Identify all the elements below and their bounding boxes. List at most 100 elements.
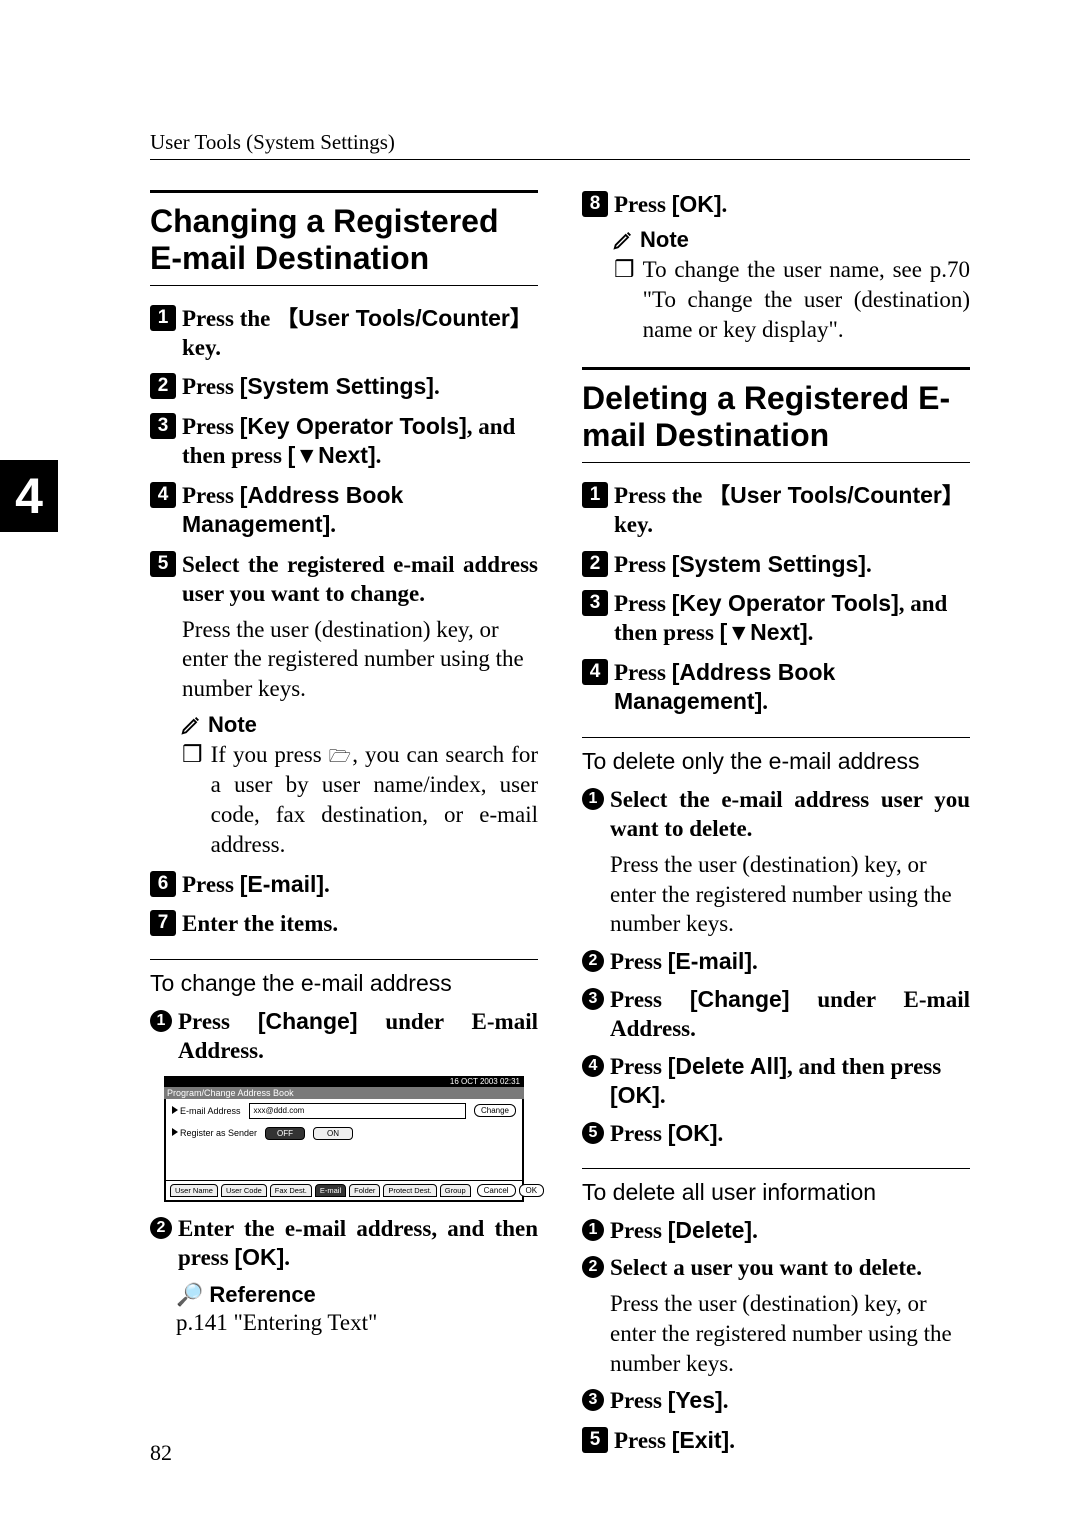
t: Register as Sender: [180, 1128, 257, 1138]
magnifier-icon: 🔎: [176, 1282, 203, 1308]
down-triangle-icon: ▼: [295, 442, 318, 468]
substep-number-icon: 1: [150, 1010, 172, 1032]
step-4: 4 Press [Address Book Management].: [150, 481, 538, 540]
t: .: [330, 512, 336, 537]
note-bullet-icon: ❒: [182, 740, 203, 860]
t: Press: [614, 591, 672, 616]
t: Press: [614, 1428, 672, 1453]
t: Press: [610, 949, 668, 974]
figure-tab-active[interactable]: E-mail: [315, 1184, 346, 1197]
section-title-delete: Deleting a Registered E-mail Destination: [582, 367, 970, 463]
step-text: Press [E-mail].: [182, 870, 330, 899]
step-text: Press the 【User Tools/Counter】 key.: [614, 481, 970, 540]
t: If you press: [211, 742, 329, 767]
step-3: 3 Press [Key Operator Tools], and then p…: [150, 412, 538, 471]
figure-off-button[interactable]: OFF: [265, 1127, 305, 1140]
t: .: [723, 1388, 729, 1413]
step-6: 6 Press [E-mail].: [150, 870, 538, 899]
step-number-icon: 6: [150, 871, 176, 897]
figure-tab[interactable]: Group: [440, 1184, 471, 1197]
step-number-icon: 5: [150, 551, 176, 577]
t: User Tools/Counter: [298, 305, 510, 331]
substep-number-icon: 1: [582, 788, 604, 810]
t: [Change]: [690, 986, 790, 1012]
figure-on-button[interactable]: ON: [313, 1127, 353, 1140]
step-text: Enter the items.: [182, 909, 338, 938]
t: [Delete All]: [668, 1053, 787, 1079]
keycap-open-icon: 【: [708, 483, 730, 508]
figure-tab[interactable]: Folder: [349, 1184, 380, 1197]
note-list: ❒ If you press 🗁, you can search for a u…: [182, 740, 538, 860]
step-number-icon: 2: [582, 551, 608, 577]
figure-tab[interactable]: Fax Dest.: [270, 1184, 312, 1197]
substep-a1-continuation: Press the user (destination) key, or ent…: [610, 850, 970, 940]
t: .: [660, 1083, 666, 1108]
figure-tab[interactable]: Protect Dest.: [383, 1184, 436, 1197]
t: , and then press: [787, 1054, 941, 1079]
t: Press: [182, 414, 240, 439]
subproc-title-delete-all: To delete all user information: [582, 1168, 970, 1206]
step-number-icon: 8: [582, 191, 608, 217]
step-text: Press [OK].: [614, 190, 727, 219]
substep-b2: 2 Select a user you want to delete.: [582, 1253, 970, 1282]
substep-number-icon: 2: [150, 1217, 172, 1239]
step-7: 7 Enter the items.: [150, 909, 538, 938]
note-list: ❒ To change the user name, see p.70 "To …: [614, 255, 970, 345]
figure-row-sender: Register as Sender OFF ON: [166, 1123, 522, 1144]
t: [OK]: [234, 1244, 284, 1270]
substep-1: 1 Press [Change] under E-mail Address.: [150, 1007, 538, 1066]
t: .: [284, 1245, 290, 1270]
substep-text: Enter the e-mail address, and then press…: [178, 1214, 538, 1273]
t: [Exit]: [672, 1427, 730, 1453]
reference-text: p.141 "Entering Text": [176, 1310, 538, 1336]
t: Press: [182, 374, 240, 399]
substep-number-icon: 1: [582, 1219, 604, 1241]
substep-text: Press [Delete].: [610, 1216, 758, 1245]
step-number-icon: 1: [582, 482, 608, 508]
figure-cancel-button[interactable]: Cancel: [477, 1184, 516, 1197]
t: Press: [610, 987, 690, 1012]
t: [E-mail]: [240, 871, 324, 897]
step-5-continuation: Press the user (destination) key, or ent…: [182, 615, 538, 705]
substep-a3: 3 Press [Change] under E-mail Address.: [582, 985, 970, 1044]
t: .: [866, 552, 872, 577]
substep-b2-continuation: Press the user (destination) key, or ent…: [610, 1289, 970, 1379]
figure-tab[interactable]: User Code: [221, 1184, 267, 1197]
del-step-1: 1 Press the 【User Tools/Counter】 key.: [582, 481, 970, 540]
del-step-4: 4 Press [Address Book Management].: [582, 658, 970, 717]
t: Press: [614, 192, 672, 217]
keycap-close-icon: 】: [942, 483, 964, 508]
t: Press: [182, 483, 240, 508]
step-number-icon: 1: [150, 305, 176, 331]
note-item: ❒ To change the user name, see p.70 "To …: [614, 255, 970, 345]
step-text: Press [Key Operator Tools], and then pre…: [614, 589, 970, 648]
step-text: Press [System Settings].: [614, 550, 872, 579]
step-number-icon: 2: [150, 373, 176, 399]
keycap-close-icon: 】: [510, 306, 532, 331]
step-number-icon: 7: [150, 910, 176, 936]
step-text: Press [Key Operator Tools], and then pre…: [182, 412, 538, 471]
figure-titlebar: Program/Change Address Book: [164, 1087, 524, 1099]
step-text: Press the 【User Tools/Counter】 key.: [182, 304, 538, 363]
t: [OK]: [672, 191, 722, 217]
subproc-title-delete-only: To delete only the e-mail address: [582, 737, 970, 775]
t: .: [718, 1121, 724, 1146]
step-number-icon: 5: [582, 1427, 608, 1453]
substep-a2: 2 Press [E-mail].: [582, 947, 970, 976]
figure-body: E-mail Address xxx@ddd.com Change Regist…: [164, 1099, 524, 1202]
down-triangle-icon: ▼: [727, 619, 750, 645]
t: key.: [182, 335, 221, 360]
section-title-change: Changing a Registered E-mail Destination: [150, 190, 538, 286]
figure-tab[interactable]: User Name: [170, 1184, 218, 1197]
right-column: 8 Press [OK]. Note ❒ To change the user …: [582, 190, 970, 1461]
substep-text: Press [E-mail].: [610, 947, 758, 976]
step-text: Press [Exit].: [614, 1426, 735, 1455]
figure-email-input[interactable]: xxx@ddd.com: [249, 1103, 466, 1119]
step-number-icon: 4: [150, 482, 176, 508]
columns: Changing a Registered E-mail Destination…: [150, 190, 970, 1461]
figure-ok-button[interactable]: OK: [519, 1184, 545, 1197]
t: Press: [610, 1218, 668, 1243]
t: .: [808, 620, 814, 645]
pencil-icon: [180, 714, 202, 736]
figure-change-button[interactable]: Change: [474, 1104, 516, 1117]
